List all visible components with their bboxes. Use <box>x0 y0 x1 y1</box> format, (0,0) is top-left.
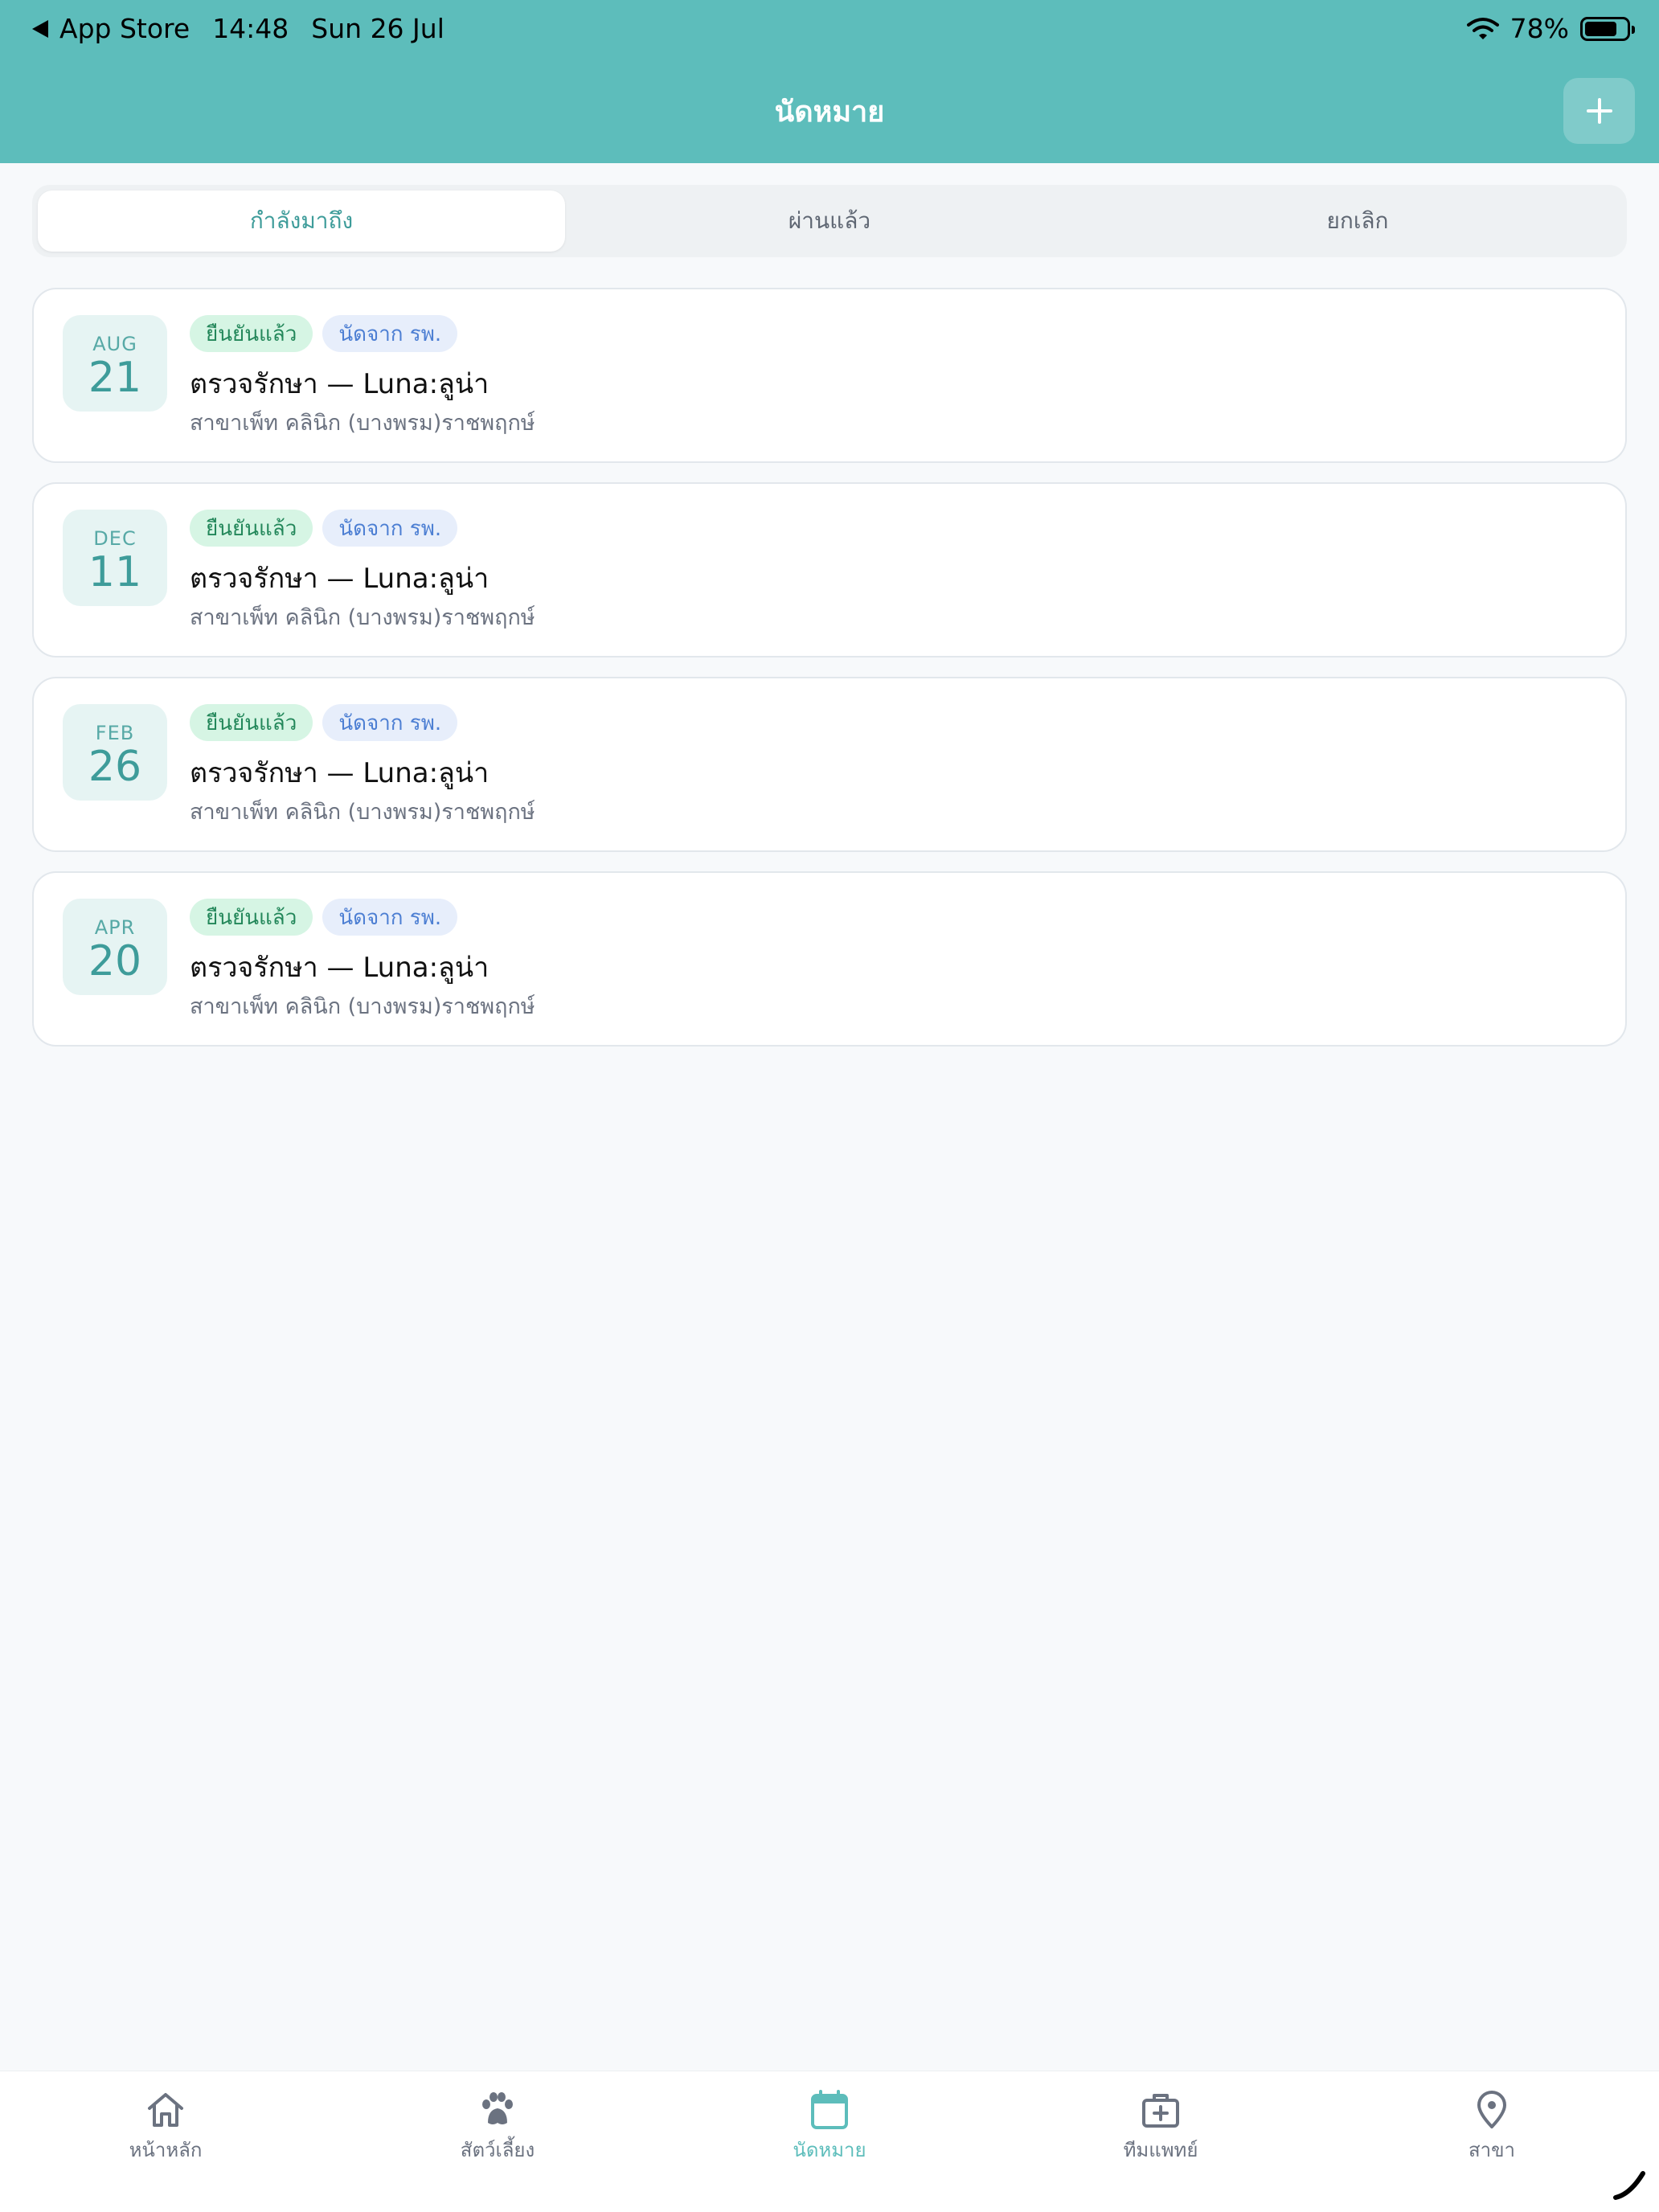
tab-cancelled-label: ยกเลิก <box>1326 207 1389 234</box>
tab-upcoming-label: กำลังมาถึง <box>249 207 354 234</box>
appointment-title: ตรวจรักษา — Luna:ลูน่า <box>190 563 490 595</box>
battery-level-fill <box>1585 21 1616 36</box>
tab-bar-item-medical-team[interactable]: ทีมแพทย์ <box>1080 2089 1241 2165</box>
tab-bar-label: หน้าหลัก <box>129 2139 203 2161</box>
plus-icon <box>1586 98 1612 124</box>
tab-bar-item-appointments[interactable]: นัดหมาย <box>749 2089 910 2165</box>
date-badge: APR 20 <box>63 899 167 995</box>
status-badge: ยืนยันแล้ว <box>190 510 313 547</box>
date-month: AUG <box>92 333 137 355</box>
calendar-icon <box>811 2090 848 2129</box>
appointment-filter-tabs: กำลังมาถึง ผ่านแล้ว ยกเลิก <box>32 185 1627 257</box>
source-badge: นัดจาก รพ. <box>322 899 458 936</box>
appointment-card[interactable]: DEC 11 ยืนยันแล้ว นัดจาก รพ. ตรวจรักษา —… <box>32 482 1627 657</box>
appointment-title: ตรวจรักษา — Luna:ลูน่า <box>190 368 490 400</box>
status-badge: ยืนยันแล้ว <box>190 899 313 936</box>
tab-bar-item-home[interactable]: หน้าหลัก <box>85 2089 246 2165</box>
tab-bar-label: สาขา <box>1468 2139 1515 2161</box>
appointment-branch: สาขาเพ็ท คลินิก (บางพรม)ราชพฤกษ์ <box>190 994 535 1019</box>
status-date: Sun 26 Jul <box>311 13 444 44</box>
date-month: DEC <box>93 527 137 550</box>
date-month: FEB <box>95 722 135 744</box>
appointment-card[interactable]: FEB 26 ยืนยันแล้ว นัดจาก รพ. ตรวจรักษา —… <box>32 677 1627 852</box>
bottom-tab-bar: หน้าหลัก สัตว์เลี้ยง นัดหมาย ทีมแพทย์ สา… <box>0 2071 1659 2212</box>
date-badge: DEC 11 <box>63 510 167 606</box>
home-icon <box>148 2093 183 2127</box>
badge-row: ยืนยันแล้ว นัดจาก รพ. <box>190 315 467 352</box>
date-day: 26 <box>88 743 142 791</box>
source-badge: นัดจาก รพ. <box>322 510 458 547</box>
date-month: APR <box>94 916 136 939</box>
medical-kit-icon <box>1142 2094 1179 2128</box>
tab-past-label: ผ่านแล้ว <box>788 207 871 234</box>
source-badge: นัดจาก รพ. <box>322 315 458 352</box>
status-badge: ยืนยันแล้ว <box>190 704 313 741</box>
badge-row: ยืนยันแล้ว นัดจาก รพ. <box>190 510 467 547</box>
paw-icon <box>482 2092 513 2124</box>
badge-row: ยืนยันแล้ว นัดจาก รพ. <box>190 704 467 741</box>
status-bar-right: 78% <box>1466 13 1635 44</box>
appointment-title: ตรวจรักษา — Luna:ลูน่า <box>190 757 490 789</box>
tab-bar-item-branches[interactable]: สาขา <box>1411 2089 1572 2165</box>
battery-icon <box>1580 16 1635 41</box>
status-time: 14:48 <box>212 13 289 44</box>
appointment-card[interactable]: APR 20 ยืนยันแล้ว นัดจาก รพ. ตรวจรักษา —… <box>32 871 1627 1047</box>
appointment-card[interactable]: AUG 21 ยืนยันแล้ว นัดจาก รพ. ตรวจรักษา —… <box>32 288 1627 463</box>
tab-upcoming[interactable]: กำลังมาถึง <box>38 190 565 252</box>
status-badge: ยืนยันแล้ว <box>190 315 313 352</box>
appointment-branch: สาขาเพ็ท คลินิก (บางพรม)ราชพฤกษ์ <box>190 800 535 825</box>
appointment-branch: สาขาเพ็ท คลินิก (บางพรม)ราชพฤกษ์ <box>190 605 535 630</box>
status-bar-left: App Store 14:48 Sun 26 Jul <box>32 13 444 44</box>
tab-past[interactable]: ผ่านแล้ว <box>566 190 1093 252</box>
appointment-title: ตรวจรักษา — Luna:ลูน่า <box>190 952 490 984</box>
tab-bar-label: สัตว์เลี้ยง <box>460 2139 535 2161</box>
back-app-label[interactable]: App Store <box>59 13 190 44</box>
date-badge: FEB 26 <box>63 704 167 801</box>
date-day: 11 <box>88 548 142 596</box>
page-title: นัดหมาย <box>774 96 885 129</box>
date-day: 21 <box>88 354 142 402</box>
date-day: 20 <box>88 937 142 985</box>
app-header: App Store 14:48 Sun 26 Jul 78% นัดหมาย <box>0 0 1659 163</box>
tab-bar-item-pets[interactable]: สัตว์เลี้ยง <box>417 2089 578 2165</box>
tab-cancelled[interactable]: ยกเลิก <box>1094 190 1621 252</box>
source-badge: นัดจาก รพ. <box>322 704 458 741</box>
date-badge: AUG 21 <box>63 315 167 412</box>
location-pin-icon <box>1477 2091 1506 2128</box>
add-appointment-button[interactable] <box>1563 78 1635 144</box>
tab-bar-label: นัดหมาย <box>793 2139 866 2161</box>
battery-percent: 78% <box>1509 13 1569 44</box>
wifi-icon <box>1466 17 1499 39</box>
appointment-branch: สาขาเพ็ท คลินิก (บางพรม)ราชพฤกษ์ <box>190 411 535 436</box>
scroll-indicator-icon <box>1613 2171 1645 2200</box>
status-bar: App Store 14:48 Sun 26 Jul 78% <box>0 0 1659 61</box>
back-arrow-icon[interactable] <box>32 19 48 38</box>
badge-row: ยืนยันแล้ว นัดจาก รพ. <box>190 899 467 936</box>
tab-bar-label: ทีมแพทย์ <box>1123 2139 1198 2161</box>
